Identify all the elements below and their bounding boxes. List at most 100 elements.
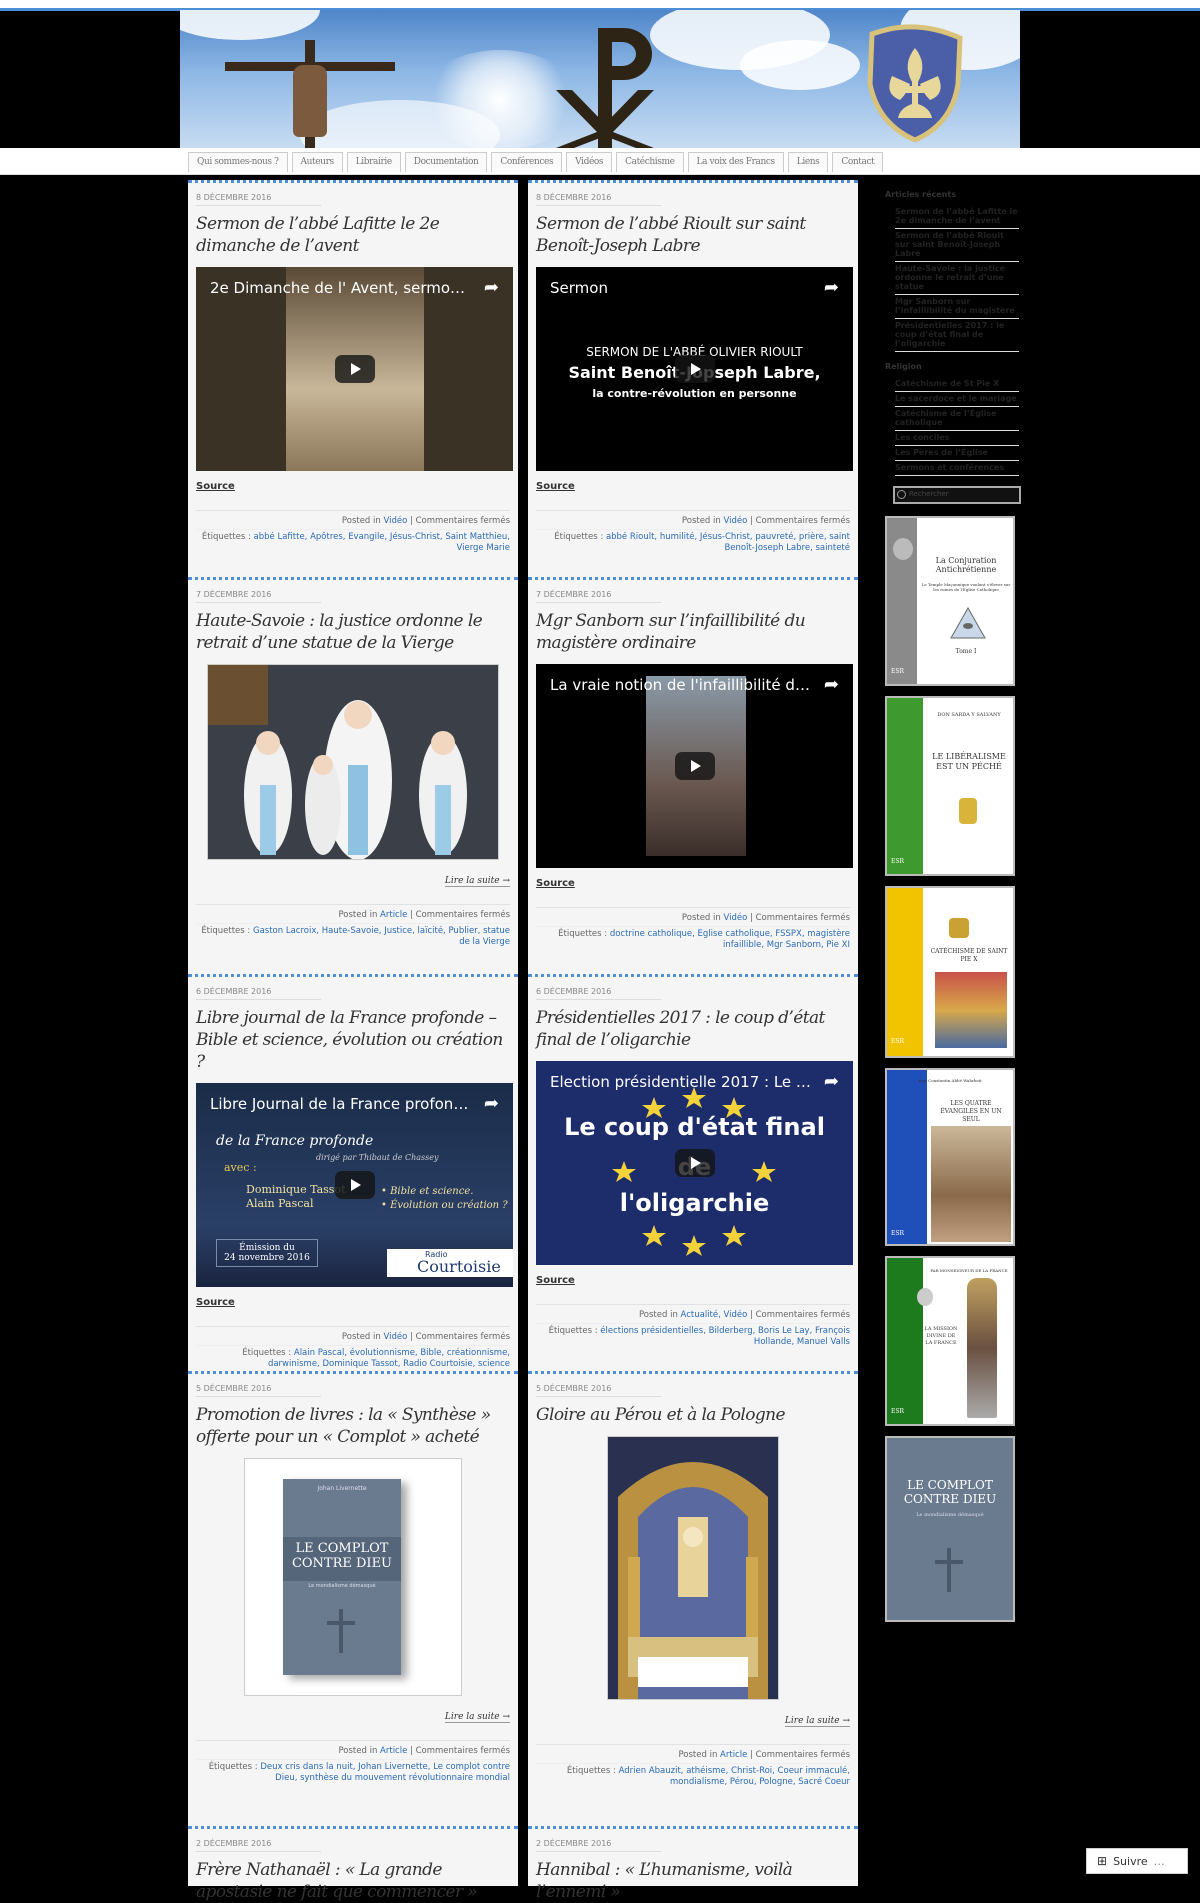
nav-tab-qui-sommes-nous[interactable]: Qui sommes-nous ? [188, 152, 288, 172]
play-button[interactable] [334, 355, 375, 383]
tag-links[interactable]: élections présidentielles, Bilderberg, B… [600, 1326, 850, 1347]
share-icon[interactable]: ➦ [484, 1093, 499, 1114]
video-title[interactable]: Libre Journal de la France profonde : ..… [210, 1095, 473, 1113]
category-link[interactable]: Article [380, 1746, 407, 1756]
statue-image[interactable] [207, 664, 499, 860]
nav-tab-la-voix-des-francs[interactable]: La voix des Francs [687, 152, 784, 172]
source-link[interactable]: Source [536, 878, 850, 889]
joan-of-arc-figure [967, 1278, 997, 1418]
post-title[interactable]: Mgr Sanborn sur l’infaillibilité du magi… [536, 610, 850, 654]
cover-painting [931, 1126, 1011, 1242]
tag-links[interactable]: Adrien Abauzit, athéisme, Christ-Roi, Co… [619, 1766, 850, 1787]
video-title[interactable]: Election présidentielle 2017 : Le coup..… [550, 1073, 813, 1091]
nav-tab-auteurs[interactable]: Auteurs [291, 152, 343, 172]
post-title[interactable]: Haute-Savoie : la justice ordonne le ret… [196, 610, 510, 654]
video-slide-line: de la France profonde [216, 1133, 374, 1149]
share-icon[interactable]: ➦ [484, 277, 499, 298]
sidebar-link[interactable]: Le sacerdoce et le mariage [895, 392, 1019, 407]
nav-tab-catechisme[interactable]: Catéchisme [616, 152, 684, 172]
follow-button[interactable]: ⊞ Suivre … [1086, 1848, 1188, 1874]
category-link[interactable]: Vidéo [384, 1332, 408, 1342]
play-button[interactable] [334, 1171, 375, 1199]
nav-tab-videos[interactable]: Vidéos [566, 152, 613, 172]
book-ad[interactable]: DON SARDA Y SALVANY LE LIBÉRALISME EST U… [885, 696, 1015, 876]
sidebar-link[interactable]: Sermon de l’abbé Rioult sur saint Benoît… [895, 229, 1019, 262]
video-embed[interactable]: 2e Dimanche de l' Avent, sermon de l'...… [196, 267, 513, 471]
nav-tab-conferences[interactable]: Conférences [491, 152, 563, 172]
post-title[interactable]: Présidentielles 2017 : le coup d’état fi… [536, 1007, 850, 1051]
sidebar-link[interactable]: Présidentielles 2017 : le coup d’état fi… [895, 319, 1019, 352]
comments-status: Commentaires fermés [755, 1310, 850, 1320]
main-navigation: Qui sommes-nous ? Auteurs Librairie Docu… [188, 152, 884, 172]
category-link[interactable]: Vidéo [384, 516, 408, 526]
source-link[interactable]: Source [196, 481, 510, 492]
sidebar-link[interactable]: Sermon de l’abbé Lafitte le 2e dimanche … [895, 205, 1019, 229]
read-more-link[interactable]: Lire la suite → [536, 1716, 850, 1727]
nav-tab-contact[interactable]: Contact [832, 152, 884, 172]
search-input[interactable]: Rechercher [893, 486, 1021, 504]
post-title[interactable]: Gloire au Pérou et à la Pologne [536, 1404, 850, 1426]
sidebar-link[interactable]: Les conciles [895, 431, 1019, 446]
post-title[interactable]: Libre journal de la France profonde – Bi… [196, 1007, 510, 1073]
video-title[interactable]: 2e Dimanche de l' Avent, sermon de l'... [210, 279, 473, 297]
play-button[interactable] [674, 355, 715, 383]
follow-icon: ⊞ [1097, 1854, 1108, 1868]
play-button[interactable] [674, 752, 715, 780]
church-altar-image[interactable] [607, 1436, 779, 1700]
source-link[interactable]: Source [536, 481, 850, 492]
play-button[interactable] [674, 1149, 715, 1177]
posts-column-left: 8 décembre 2016 Sermon de l’abbé Lafitte… [188, 180, 518, 1902]
post-date: 8 décembre 2016 [536, 193, 661, 206]
post-title[interactable]: Sermon de l’abbé Lafitte le 2e dimanche … [196, 213, 510, 257]
source-link[interactable]: Source [196, 1297, 510, 1308]
video-title[interactable]: La vraie notion de l'infaillibilité du M… [550, 676, 813, 694]
tags-label: Étiquettes : [242, 1348, 292, 1358]
sidebar-link[interactable]: Sermons et conférences [895, 461, 1019, 476]
site-banner[interactable] [180, 10, 1020, 148]
share-icon[interactable]: ➦ [824, 1071, 839, 1092]
book-image[interactable]: Johan Livernette LE COMPLOT CONTRE DIEU … [244, 1458, 462, 1696]
video-embed[interactable]: SERMON DE L'ABBÉ OLIVIER RIOULT Saint Be… [536, 267, 853, 471]
post-meta: Posted in Article | Commentaires fermés [196, 1740, 510, 1757]
tag-links[interactable]: abbé Rioult, humilité, Jésus-Christ, pau… [606, 532, 850, 553]
tag-links[interactable]: Gaston Lacroix, Haute-Savoie, Justice, l… [253, 926, 510, 947]
post-tags: Étiquettes : abbé Rioult, humilité, Jésu… [536, 529, 850, 554]
post-title[interactable]: Hannibal : « L’humanisme, voilà l’ennemi… [536, 1859, 850, 1903]
read-more-link[interactable]: Lire la suite → [196, 1712, 510, 1723]
sidebar-link[interactable]: Catéchisme de l’Église catholique [895, 407, 1019, 431]
category-link[interactable]: Vidéo [724, 913, 748, 923]
video-title[interactable]: Sermon [550, 279, 813, 297]
share-icon[interactable]: ➦ [824, 277, 839, 298]
book-ad[interactable]: La Conjuration Antichrétienne Le Temple … [885, 516, 1015, 686]
tag-links[interactable]: doctrine catholique, Eglise catholique, … [610, 929, 850, 950]
book-ad[interactable]: LE COMPLOT CONTRE DIEU Le mondialisme dé… [885, 1436, 1015, 1622]
category-link[interactable]: Article [720, 1750, 747, 1760]
more-icon[interactable]: … [1154, 1855, 1165, 1868]
tag-links[interactable]: Deux cris dans la nuit, Johan Livernette… [260, 1762, 510, 1783]
category-link[interactable]: Vidéo [724, 516, 748, 526]
nav-tab-librairie[interactable]: Librairie [346, 152, 401, 172]
tag-links[interactable]: Alain Pascal, évolutionnisme, Bible, cré… [268, 1348, 510, 1369]
category-link[interactable]: Actualité, Vidéo [681, 1310, 748, 1320]
sidebar-link[interactable]: Mgr Sanborn sur l’infaillibilité du magi… [895, 295, 1019, 319]
sidebar-link[interactable]: Catéchisme de St Pie X [895, 377, 1019, 392]
sidebar-link[interactable]: Les Pères de l’Église [895, 446, 1019, 461]
share-icon[interactable]: ➦ [824, 674, 839, 695]
post-title[interactable]: Promotion de livres : la « Synthèse » of… [196, 1404, 510, 1448]
category-link[interactable]: Article [380, 910, 407, 920]
book-ad[interactable]: Mgr Constantin Abbé Wahrheit LES QUATRE … [885, 1068, 1015, 1246]
nav-tab-documentation[interactable]: Documentation [404, 152, 488, 172]
source-link[interactable]: Source [536, 1275, 850, 1286]
book-ad[interactable]: CATÉCHISME DE SAINT PIE X ESR [885, 886, 1015, 1058]
sidebar-link[interactable]: Haute-Savoie : la justice ordonne le ret… [895, 262, 1019, 295]
post-title[interactable]: Sermon de l’abbé Rioult sur saint Benoît… [536, 213, 850, 257]
post-date: 5 décembre 2016 [536, 1384, 661, 1397]
book-ad[interactable]: PAR MONSEIGNEUR DE LA FRANCE LA MISSION … [885, 1256, 1015, 1426]
post-title[interactable]: Frère Nathanaël : « La grande apostasie … [196, 1859, 510, 1903]
tag-links[interactable]: abbé Lafitte, Apôtres, Evangile, Jésus-C… [254, 532, 510, 553]
video-embed[interactable]: Le coup d'état final de l'oligarchie Ele… [536, 1061, 853, 1265]
video-embed[interactable]: de la France profonde dirigé par Thibaut… [196, 1083, 513, 1287]
video-embed[interactable]: La vraie notion de l'infaillibilité du M… [536, 664, 853, 868]
nav-tab-liens[interactable]: Liens [787, 152, 829, 172]
read-more-link[interactable]: Lire la suite → [196, 876, 510, 887]
